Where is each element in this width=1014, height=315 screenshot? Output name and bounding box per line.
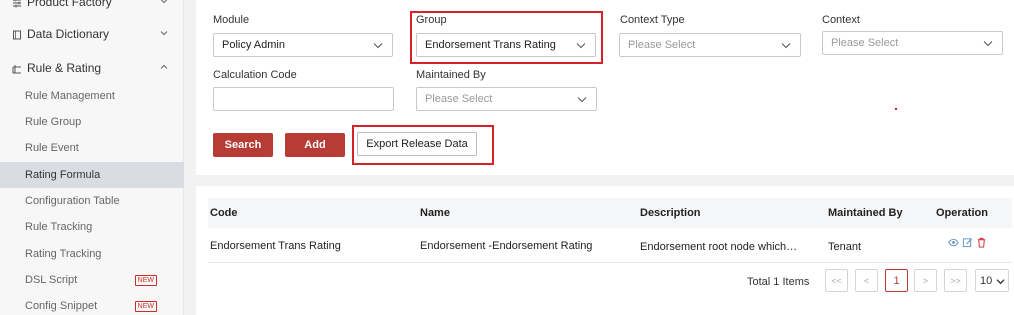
chevron-down-icon <box>781 43 791 49</box>
book-icon <box>12 29 22 40</box>
sidebar-item-rating-formula[interactable]: Rating Formula <box>0 162 184 188</box>
sidebar: Product Factory Data Dictionary Rule & R… <box>0 0 184 315</box>
column-header-operation: Operation <box>936 207 988 219</box>
sidebar-item-label: Rating Tracking <box>25 248 102 260</box>
row-operations <box>948 237 987 248</box>
sidebar-group-label: Product Factory <box>27 0 112 9</box>
sidebar-item-label: Configuration Table <box>25 195 120 207</box>
results-panel: Code Name Description Maintained By Oper… <box>196 186 1014 315</box>
calculation-code-input[interactable] <box>213 87 394 111</box>
page-1-button[interactable]: 1 <box>885 269 908 292</box>
sidebar-group-data-dictionary[interactable]: Data Dictionary <box>0 21 184 47</box>
total-items: Total 1 Items <box>747 276 810 288</box>
context-label: Context <box>822 14 860 26</box>
page-size-select[interactable]: 10 <box>975 269 1009 292</box>
sidebar-item-label: Rule Event <box>25 142 79 154</box>
prev-page-button[interactable]: < <box>855 269 878 292</box>
new-badge: NEW <box>134 301 157 312</box>
chevron-down-icon <box>160 31 168 36</box>
maintained-by-placeholder: Please Select <box>425 93 493 105</box>
row-divider <box>208 262 1012 263</box>
chevron-up-icon <box>160 64 168 69</box>
column-header-code: Code <box>210 207 238 219</box>
edit-icon[interactable] <box>962 237 973 248</box>
marker-dot <box>895 108 897 110</box>
context-type-select[interactable]: Please Select <box>619 33 801 57</box>
new-badge: NEW <box>134 275 157 286</box>
cell-name: Endorsement -Endorsement Rating <box>420 240 593 252</box>
sidebar-item-label: DSL Script <box>25 274 78 286</box>
sidebar-item-config-snippet[interactable]: Config Snippet NEW <box>0 293 184 315</box>
column-header-name: Name <box>420 207 450 219</box>
sidebar-group-label: Rule & Rating <box>27 61 102 75</box>
context-type-label: Context Type <box>620 14 685 26</box>
view-icon[interactable] <box>948 237 959 248</box>
module-value: Policy Admin <box>222 39 285 51</box>
sidebar-item-rating-tracking[interactable]: Rating Tracking <box>0 241 184 267</box>
chevron-down-icon <box>160 0 168 4</box>
last-page-button[interactable]: >> <box>944 269 967 292</box>
sidebar-item-rule-event[interactable]: Rule Event <box>0 135 184 161</box>
maintained-by-select[interactable]: Please Select <box>416 87 597 111</box>
search-button[interactable]: Search <box>213 133 273 157</box>
sidebar-item-dsl-script[interactable]: DSL Script NEW <box>0 267 184 293</box>
sidebar-item-configuration-table[interactable]: Configuration Table <box>0 188 184 214</box>
sidebar-item-label: Rule Group <box>25 116 82 128</box>
calculation-code-label: Calculation Code <box>213 69 297 81</box>
delete-icon[interactable] <box>976 237 987 248</box>
chevron-down-icon <box>996 279 1005 285</box>
first-page-button[interactable]: << <box>825 269 848 292</box>
sidebar-item-rule-management[interactable]: Rule Management <box>0 83 184 109</box>
filter-panel: Module Policy Admin Group Endorsement Tr… <box>196 0 1014 175</box>
export-highlight-box <box>352 125 494 165</box>
next-page-button[interactable]: > <box>914 269 937 292</box>
sidebar-item-label: Rule Tracking <box>25 221 93 233</box>
cell-maintained-by: Tenant <box>828 241 862 253</box>
sidebar-group-label: Data Dictionary <box>27 27 110 41</box>
ruler-icon <box>12 63 22 74</box>
module-select[interactable]: Policy Admin <box>213 33 393 57</box>
maintained-by-label: Maintained By <box>416 69 486 81</box>
context-type-placeholder: Please Select <box>628 39 696 51</box>
page-size-value: 10 <box>980 274 993 287</box>
context-select[interactable]: Please Select <box>822 31 1003 55</box>
table-header: Code Name Description Maintained By Oper… <box>208 198 1012 228</box>
add-button[interactable]: Add <box>285 133 345 157</box>
sidebar-item-rule-group[interactable]: Rule Group <box>0 109 184 135</box>
sidebar-group-rule-rating[interactable]: Rule & Rating <box>0 55 184 81</box>
sidebar-item-label: Config Snippet <box>25 300 98 312</box>
sidebar-item-label: Rating Formula <box>25 169 101 181</box>
cell-code: Endorsement Trans Rating <box>210 240 341 252</box>
module-label: Module <box>213 14 250 26</box>
cell-description: Endorsement root node which… <box>640 241 798 253</box>
chevron-down-icon <box>373 43 383 49</box>
chevron-down-icon <box>577 97 587 103</box>
sidebar-group-product-factory[interactable]: Product Factory <box>0 0 184 15</box>
sliders-icon <box>12 0 22 8</box>
chevron-down-icon <box>983 41 993 47</box>
context-placeholder: Please Select <box>831 37 899 49</box>
column-header-description: Description <box>640 207 701 219</box>
column-header-maintained-by: Maintained By <box>828 207 903 219</box>
sidebar-item-label: Rule Management <box>25 90 115 102</box>
sidebar-item-rule-tracking[interactable]: Rule Tracking <box>0 214 184 240</box>
group-highlight-box <box>410 11 603 64</box>
